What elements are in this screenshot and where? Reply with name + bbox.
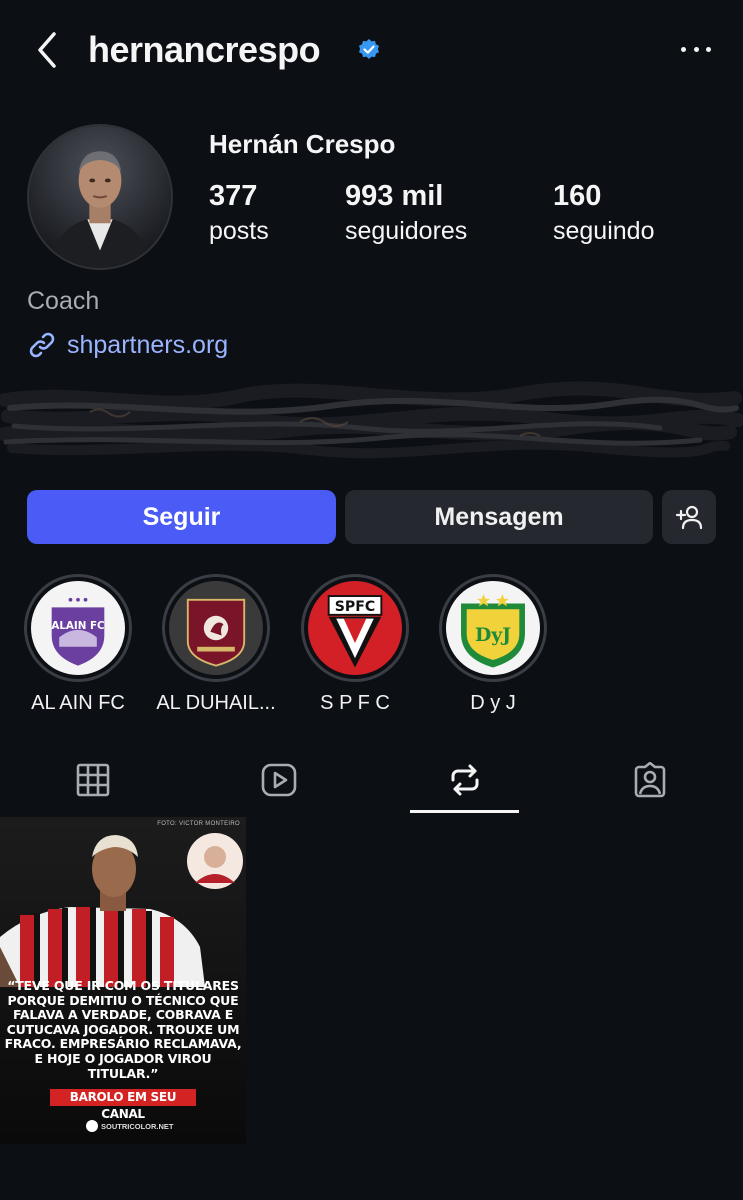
profile-link[interactable]: shpartners.org (27, 328, 228, 362)
post-badge: BAROLO EM SEU CANAL (50, 1089, 196, 1121)
stat-label: seguindo (553, 217, 655, 245)
verified-badge-icon (359, 39, 379, 59)
tab-reposts[interactable] (372, 744, 558, 816)
tagged-icon (634, 762, 666, 798)
profile-tabs (0, 744, 743, 816)
profile-username: hernancrespo (88, 29, 321, 70)
al-duhail-logo-icon (169, 581, 263, 675)
dyj-logo-text: DyJ (475, 624, 511, 646)
highlight-label: AL DUHAIL... (156, 692, 276, 714)
highlight-al-ain[interactable]: ALAIN FC AL AIN FC (8, 574, 148, 716)
stat-value: 993 mil (345, 180, 444, 212)
grid-icon (76, 763, 110, 797)
stat-posts[interactable]: 377 posts (209, 178, 269, 248)
highlight-spfc[interactable]: SPFC S P F C (285, 574, 425, 716)
profile-link-text: shpartners.org (67, 331, 229, 359)
profile-full-name: Hernán Crespo (209, 129, 396, 159)
stat-label: posts (209, 217, 269, 245)
post-brand-text: SOUTRICOLOR.NET (101, 1121, 174, 1131)
post-photo-credit: FOTO: VICTOR MONTEIRO (157, 821, 240, 827)
more-dot (681, 46, 686, 52)
active-tab-indicator (410, 810, 519, 813)
highlight-ring (162, 574, 270, 682)
back-button[interactable] (30, 28, 66, 72)
avatar-photo (29, 126, 171, 268)
chevron-left-icon (38, 32, 56, 68)
dyj-logo-icon: DyJ (446, 581, 540, 675)
profile-avatar[interactable] (27, 124, 173, 270)
post-brand: SOUTRICOLOR.NET (86, 1120, 174, 1132)
brand-logo-icon (86, 1120, 98, 1132)
more-options-button[interactable] (681, 40, 711, 58)
follow-button[interactable]: Seguir (27, 490, 336, 544)
highlight-ring: DyJ (439, 574, 547, 682)
stat-followers[interactable]: 993 mil seguidores (345, 178, 467, 248)
highlight-label: S P F C (320, 692, 390, 714)
stat-value: 377 (209, 180, 258, 212)
profile-category: Coach (27, 287, 100, 315)
highlight-label: AL AIN FC (31, 692, 125, 714)
stat-value: 160 (553, 180, 602, 212)
tab-tagged[interactable] (557, 744, 743, 816)
highlight-ring: SPFC (301, 574, 409, 682)
tab-grid[interactable] (0, 744, 186, 816)
spfc-logo-text: SPFC (335, 599, 375, 615)
tab-reels[interactable] (186, 744, 372, 816)
spfc-logo-icon: SPFC (308, 581, 402, 675)
stat-following[interactable]: 160 seguindo (553, 178, 654, 248)
al-ain-logo-icon: ALAIN FC (31, 581, 125, 675)
svg-text:ALAIN FC: ALAIN FC (51, 620, 104, 632)
highlight-ring: ALAIN FC (24, 574, 132, 682)
add-user-icon (675, 505, 703, 530)
more-dot (693, 46, 699, 52)
highlight-al-duhail[interactable]: AL DUHAIL... (146, 574, 286, 716)
repost-icon (451, 764, 479, 796)
add-user-button[interactable] (662, 490, 716, 544)
top-bar: hernancrespo (0, 0, 743, 100)
post-quote-text: “Teve que ir com os titulares porque dem… (4, 978, 242, 1081)
redacted-bio-scribble (0, 381, 743, 459)
highlight-label: D y J (470, 692, 516, 714)
link-icon (29, 332, 55, 358)
reels-icon (261, 763, 297, 797)
stat-label: seguidores (345, 217, 468, 245)
more-dot (706, 46, 711, 52)
post-thumbnail[interactable]: FOTO: VICTOR MONTEIRO “Teve que ir com o… (0, 817, 246, 1144)
highlight-dyj[interactable]: DyJ D y J (423, 574, 563, 716)
message-button[interactable]: Mensagem (345, 490, 653, 544)
